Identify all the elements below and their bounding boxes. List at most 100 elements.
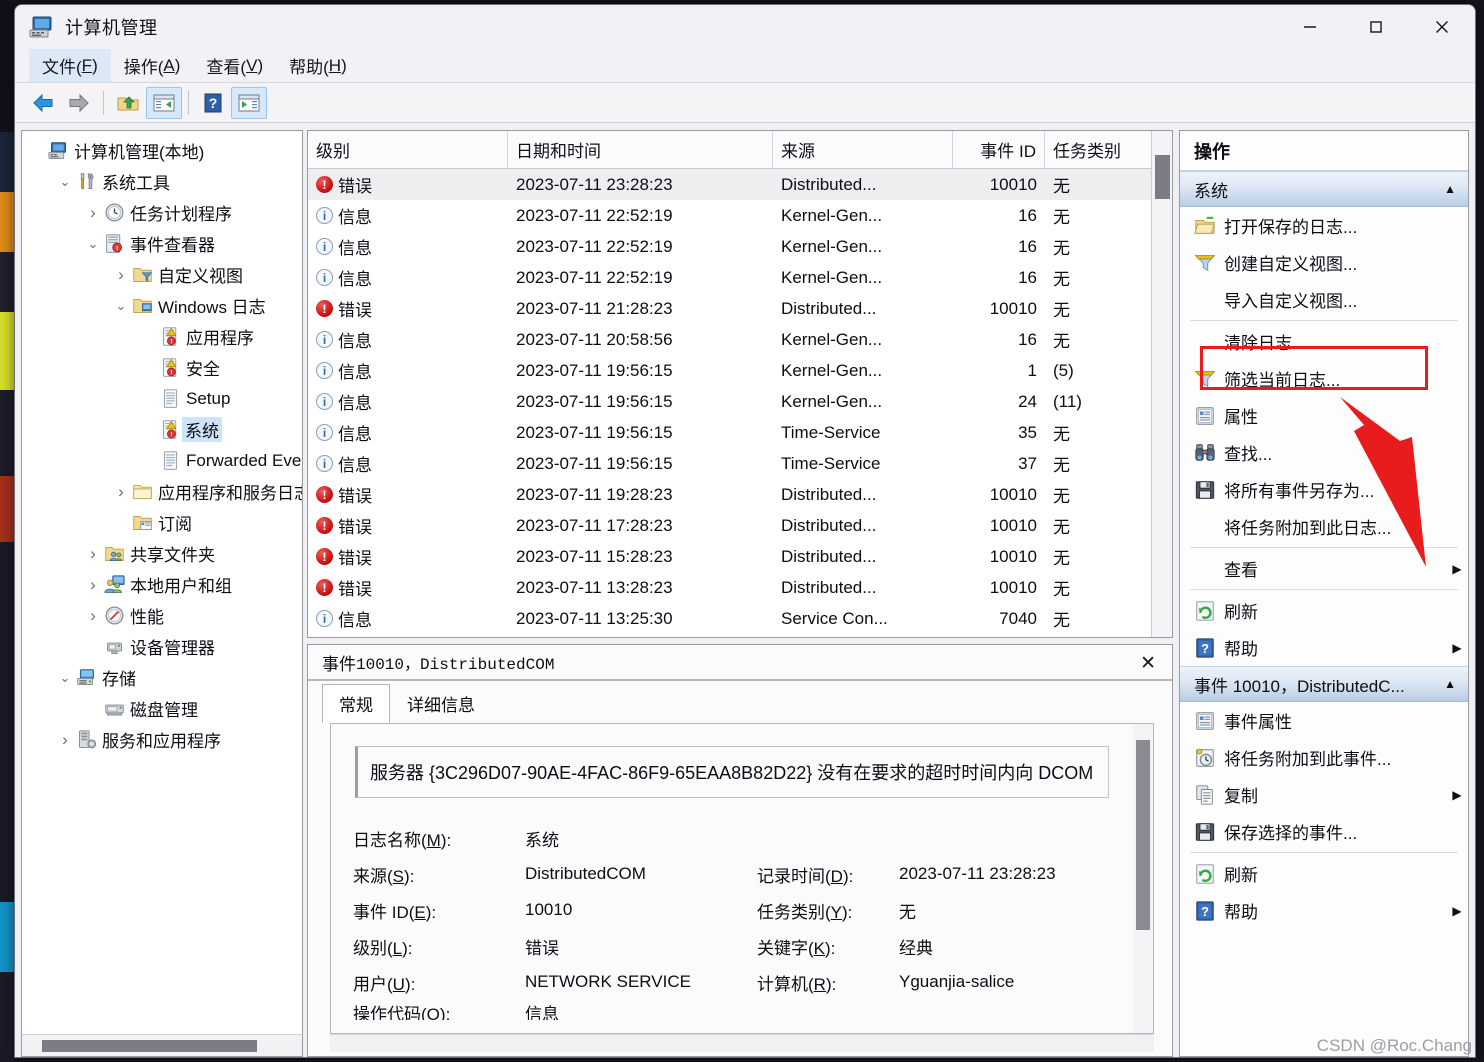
event-list-scrollbar-thumb[interactable] [1155, 155, 1170, 199]
event-detail-horizontal-scrollbar[interactable] [330, 1034, 1154, 1052]
maximize-button[interactable] [1343, 5, 1409, 49]
event-detail-scrollbar-thumb[interactable] [1136, 740, 1150, 930]
chevron-down-icon[interactable]: ⌄ [56, 670, 74, 686]
table-row[interactable]: 信息2023-07-11 19:56:15Time-Service37无 [308, 448, 1172, 479]
tree-item-9[interactable]: ! 系统 [22, 414, 302, 445]
action-item-1-2[interactable]: 复制 ▶ [1180, 776, 1468, 813]
chevron-right-icon[interactable]: › [112, 482, 130, 502]
tree-item-7[interactable]: ! 安全 [22, 352, 302, 383]
event-detail-close-icon[interactable]: ✕ [1140, 652, 1156, 675]
table-row[interactable]: 信息2023-07-11 19:56:15Kernel-Gen...24(11) [308, 386, 1172, 417]
chevron-right-icon[interactable]: › [84, 544, 102, 564]
tree-item-10[interactable]: Forwarded Even [22, 445, 302, 476]
up-folder-button[interactable] [110, 87, 146, 119]
tree-item-11[interactable]: › 应用程序和服务日志 [22, 476, 302, 507]
action-item-0-9[interactable]: 查看 ▶ [1180, 550, 1468, 587]
table-row[interactable]: 信息2023-07-11 19:56:15Time-Service35无 [308, 417, 1172, 448]
table-row[interactable]: 错误 2023-07-11 15:28:23 Distributed... 10010… [308, 541, 1172, 572]
column-header-1[interactable]: 日期和时间 [508, 131, 773, 168]
tree-item-0[interactable]: 计算机管理(本地) [22, 135, 302, 166]
table-row[interactable]: 信息2023-07-11 20:58:56Kernel-Gen...16无 [308, 324, 1172, 355]
event-datetime-cell: 2023-07-11 19:56:15 [516, 453, 673, 473]
tree-scroll-area[interactable]: 计算机管理(本地) ⌄ 系统工具 › 任务计划程序 ⌄! 事件查看器 › 自定义视图 ⌄ Windo… [22, 131, 302, 1034]
close-button[interactable] [1409, 5, 1475, 49]
back-button[interactable] [25, 87, 61, 119]
tree-item-4[interactable]: › 自定义视图 [22, 259, 302, 290]
show-hide-tree-button[interactable] [146, 86, 182, 119]
column-header-0[interactable]: 级别 [308, 131, 508, 168]
action-item-0-2[interactable]: 导入自定义视图... [1180, 281, 1468, 318]
collapse-up-icon[interactable]: ▲ [1444, 677, 1456, 691]
tree-item-16[interactable]: 设备管理器 [22, 631, 302, 662]
table-row[interactable]: 错误 2023-07-11 13:28:23 Distributed... 10010… [308, 572, 1172, 603]
action-item-0-3[interactable]: 清除日志... [1180, 323, 1468, 360]
chevron-right-icon[interactable]: › [84, 606, 102, 626]
tree-item-17[interactable]: ⌄ 存储 [22, 662, 302, 693]
action-item-0-7[interactable]: 将所有事件另存为... [1180, 471, 1468, 508]
actions-group-header-1[interactable]: 事件 10010，DistributedC... ▲ [1180, 666, 1468, 702]
tree-item-2[interactable]: › 任务计划程序 [22, 197, 302, 228]
log-warning-icon: ! [158, 357, 182, 378]
menu-action[interactable]: 操作(A) [111, 49, 194, 82]
tree-item-12[interactable]: 订阅 [22, 507, 302, 538]
event-list-vertical-scrollbar[interactable] [1151, 131, 1172, 637]
chevron-right-icon[interactable]: › [84, 203, 102, 223]
chevron-right-icon[interactable]: › [56, 730, 74, 750]
action-item-0-8[interactable]: 将任务附加到此日志... [1180, 508, 1468, 545]
table-row[interactable]: 信息2023-07-11 19:56:15Kernel-Gen...1(5) [308, 355, 1172, 386]
tree-item-8[interactable]: Setup [22, 383, 302, 414]
chevron-down-icon[interactable]: ⌄ [112, 298, 130, 314]
event-detail-vertical-scrollbar[interactable] [1133, 724, 1153, 1033]
action-item-1-5[interactable]: ? 帮助 ▶ [1180, 892, 1468, 929]
tree-item-19[interactable]: › 服务和应用程序 [22, 724, 302, 755]
table-row[interactable]: 错误 2023-07-11 17:28:23 Distributed... 10010… [308, 510, 1172, 541]
tree-item-3[interactable]: ⌄! 事件查看器 [22, 228, 302, 259]
tree-scrollbar-thumb[interactable] [42, 1039, 257, 1052]
action-item-0-10[interactable]: 刷新 [1180, 592, 1468, 629]
tree-item-13[interactable]: › 共享文件夹 [22, 538, 302, 569]
help-button[interactable]: ? [195, 87, 231, 119]
tab-general[interactable]: 常规 [322, 684, 390, 723]
chevron-right-icon[interactable]: › [84, 575, 102, 595]
action-item-1-1[interactable]: 将任务附加到此事件... [1180, 739, 1468, 776]
actions-group-header-0[interactable]: 系统 ▲ [1180, 171, 1468, 207]
column-header-2[interactable]: 来源 [773, 131, 953, 168]
column-header-3[interactable]: 事件 ID [953, 131, 1045, 168]
action-item-0-5[interactable]: 属性 [1180, 397, 1468, 434]
action-item-0-1[interactable]: 创建自定义视图... [1180, 244, 1468, 281]
collapse-up-icon[interactable]: ▲ [1444, 182, 1456, 196]
action-item-1-0[interactable]: 事件属性 [1180, 702, 1468, 739]
tree-item-1[interactable]: ⌄ 系统工具 [22, 166, 302, 197]
tree-horizontal-scrollbar[interactable] [22, 1034, 302, 1056]
tree-item-14[interactable]: › 本地用户和组 [22, 569, 302, 600]
table-row[interactable]: 信息2023-07-11 22:52:19Kernel-Gen...16无 [308, 262, 1172, 293]
tab-details[interactable]: 详细信息 [390, 684, 492, 723]
chevron-right-icon[interactable]: › [112, 265, 130, 285]
chevron-down-icon[interactable]: ⌄ [56, 174, 74, 190]
table-row[interactable]: 信息2023-07-11 22:52:19Kernel-Gen...16无 [308, 200, 1172, 231]
tree-item-18[interactable]: 磁盘管理 [22, 693, 302, 724]
tree-item-15[interactable]: › 性能 [22, 600, 302, 631]
forward-button[interactable] [61, 87, 97, 119]
event-list-rows[interactable]: 错误 2023-07-11 23:28:23 Distributed... 10010… [308, 169, 1172, 637]
table-row[interactable]: 错误 2023-07-11 23:28:23 Distributed... 10010… [308, 169, 1172, 200]
chevron-down-icon[interactable]: ⌄ [84, 236, 102, 252]
table-row[interactable]: 信息2023-07-11 13:25:30Service Con...7040无 [308, 603, 1172, 634]
tree-item-6[interactable]: ! 应用程序 [22, 321, 302, 352]
table-row[interactable]: 信息2023-07-11 22:52:19Kernel-Gen...16无 [308, 231, 1172, 262]
action-item-0-6[interactable]: 查找... [1180, 434, 1468, 471]
menu-help[interactable]: 帮助(H) [276, 49, 360, 82]
menu-view[interactable]: 查看(V) [193, 49, 276, 82]
tree-item-5[interactable]: ⌄ Windows 日志 [22, 290, 302, 321]
action-item-0-11[interactable]: ? 帮助 ▶ [1180, 629, 1468, 666]
action-item-1-4[interactable]: 刷新 [1180, 855, 1468, 892]
minimize-button[interactable] [1277, 5, 1343, 49]
action-item-0-0[interactable]: 打开保存的日志... [1180, 207, 1468, 244]
menu-file[interactable]: 文件(F) [29, 49, 111, 82]
table-row[interactable]: 错误 2023-07-11 19:28:23 Distributed... 10010… [308, 479, 1172, 510]
actions-separator [1190, 320, 1458, 321]
action-item-1-3[interactable]: 保存选择的事件... [1180, 813, 1468, 850]
table-row[interactable]: 错误 2023-07-11 21:28:23 Distributed... 10010… [308, 293, 1172, 324]
show-hide-actions-button[interactable] [231, 86, 267, 119]
action-item-0-4[interactable]: 筛选当前日志... [1180, 360, 1468, 397]
